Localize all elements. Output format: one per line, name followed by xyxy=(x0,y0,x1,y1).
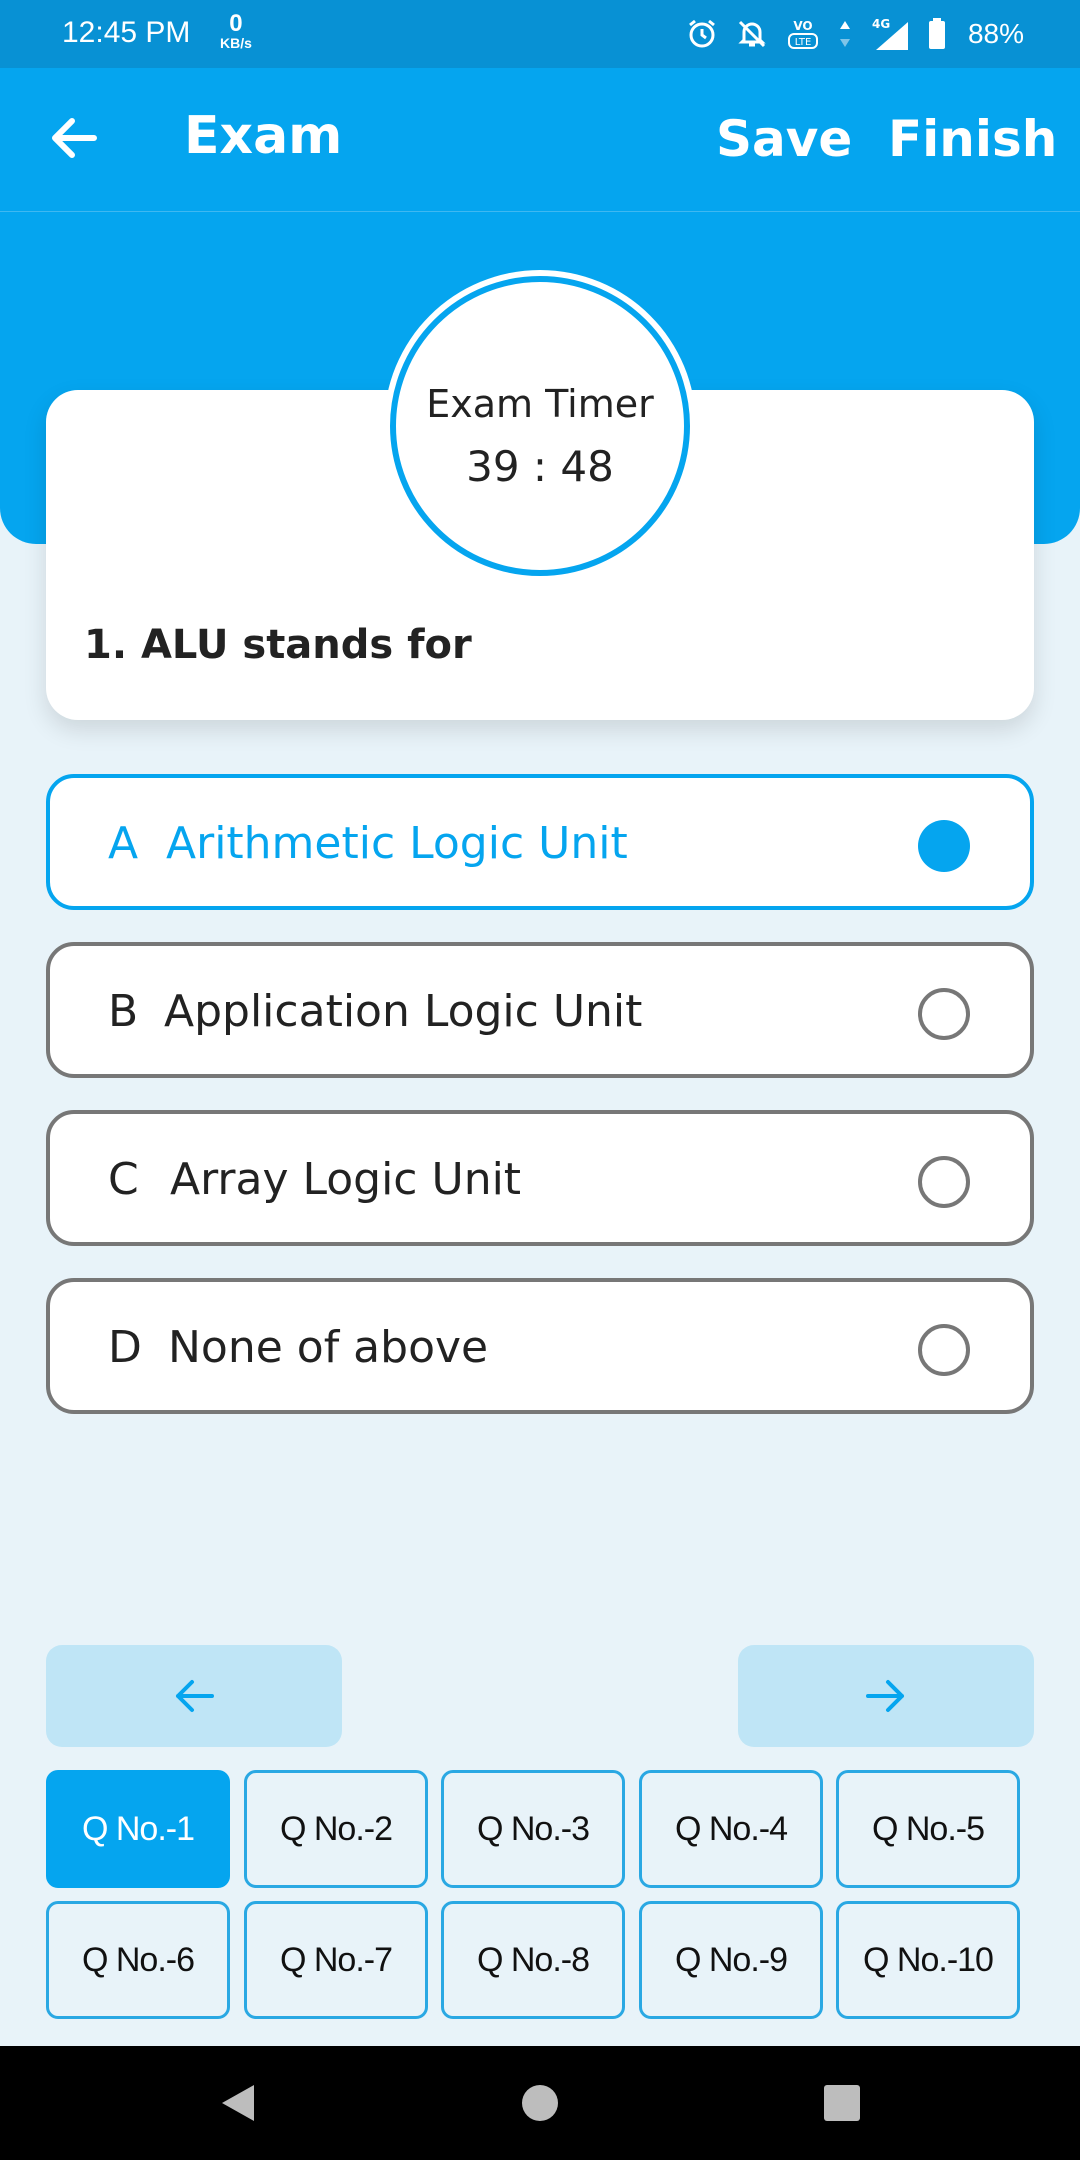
question-number-button[interactable]: Q No.-7 xyxy=(244,1901,428,2019)
option-a[interactable]: A Arithmetic Logic Unit xyxy=(46,774,1034,910)
system-back-button[interactable] xyxy=(178,2046,298,2160)
arrow-left-icon xyxy=(52,118,97,158)
question-number-button[interactable]: Q No.-10 xyxy=(836,1901,1020,2019)
next-question-button[interactable] xyxy=(738,1645,1034,1747)
option-text: None of above xyxy=(168,1322,489,1373)
option-letter: B xyxy=(108,986,139,1037)
previous-question-button[interactable] xyxy=(46,1645,342,1747)
option-d[interactable]: D None of above xyxy=(46,1278,1034,1414)
question-number-button[interactable]: Q No.-6 xyxy=(46,1901,230,2019)
option-letter: A xyxy=(108,818,139,869)
svg-text:VO: VO xyxy=(793,19,812,33)
network-speed-unit: KB/s xyxy=(220,35,252,51)
arrow-right-icon xyxy=(866,1680,904,1712)
mute-notification-icon xyxy=(738,20,766,48)
option-text: Application Logic Unit xyxy=(164,986,643,1037)
status-bar: 12:45 PM 0 KB/s VO LTE 4G 88% xyxy=(0,0,1080,68)
system-recents-button[interactable] xyxy=(782,2046,902,2160)
option-text: Arithmetic Logic Unit xyxy=(166,818,628,869)
volte-icon: VO LTE xyxy=(787,19,818,49)
question-number-button[interactable]: Q No.-8 xyxy=(441,1901,625,2019)
question-number-button[interactable]: Q No.-4 xyxy=(639,1770,823,1888)
radio-unselected-icon[interactable] xyxy=(918,1156,970,1208)
system-navigation-bar xyxy=(0,2046,1080,2160)
system-home-button[interactable] xyxy=(480,2046,600,2160)
network-speed-value: 0 xyxy=(229,10,243,37)
finish-button[interactable]: Finish xyxy=(888,110,1057,168)
radio-unselected-icon[interactable] xyxy=(918,988,970,1040)
svg-text:4G: 4G xyxy=(872,17,890,31)
question-text: 1. ALU stands for xyxy=(84,622,472,668)
question-number-button[interactable]: Q No.-1 xyxy=(46,1770,230,1888)
page-title: Exam xyxy=(184,106,343,166)
signal-icon: 4G xyxy=(872,17,908,50)
svg-text:LTE: LTE xyxy=(795,37,812,48)
option-letter: C xyxy=(108,1154,139,1205)
arrow-left-icon xyxy=(176,1680,214,1712)
data-arrows-icon xyxy=(839,21,850,47)
battery-icon xyxy=(928,18,945,49)
battery-percentage: 88% xyxy=(967,18,1024,49)
app-bar: Exam Save Finish xyxy=(0,68,1080,212)
network-speed: 0 KB/s xyxy=(220,10,252,51)
square-recents-icon xyxy=(824,2085,860,2121)
alarm-icon xyxy=(689,19,715,48)
radio-selected-icon[interactable] xyxy=(918,820,970,872)
back-button[interactable] xyxy=(44,108,104,168)
option-letter: D xyxy=(108,1322,142,1373)
question-number-button[interactable]: Q No.-9 xyxy=(639,1901,823,2019)
save-button[interactable]: Save xyxy=(716,110,852,168)
question-number-button[interactable]: Q No.-3 xyxy=(441,1770,625,1888)
question-number-button[interactable]: Q No.-5 xyxy=(836,1770,1020,1888)
timer-value: 39 : 48 xyxy=(466,442,614,491)
radio-unselected-icon[interactable] xyxy=(918,1324,970,1376)
status-time: 12:45 PM xyxy=(62,16,191,49)
option-text: Array Logic Unit xyxy=(170,1154,522,1205)
timer-label: Exam Timer xyxy=(426,382,654,426)
triangle-back-icon xyxy=(222,2085,254,2121)
option-c[interactable]: C Array Logic Unit xyxy=(46,1110,1034,1246)
status-icons: VO LTE 4G 88% xyxy=(686,14,1024,54)
circle-home-icon xyxy=(522,2085,558,2121)
exam-timer: Exam Timer 39 : 48 xyxy=(390,276,690,576)
option-b[interactable]: B Application Logic Unit xyxy=(46,942,1034,1078)
question-number-button[interactable]: Q No.-2 xyxy=(244,1770,428,1888)
